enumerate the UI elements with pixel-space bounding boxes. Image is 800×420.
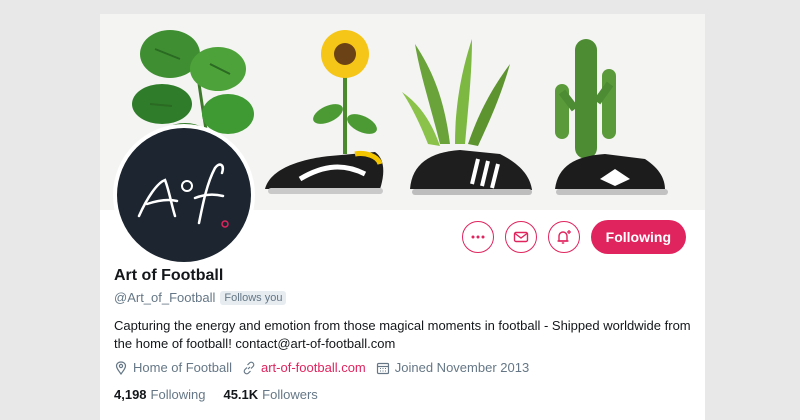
avatar-border bbox=[113, 124, 255, 266]
link-icon bbox=[243, 361, 255, 374]
profile-handle: @Art_of_Football bbox=[114, 290, 216, 305]
snake-plant-boot bbox=[402, 39, 532, 195]
profile-bio: Capturing the energy and emotion from th… bbox=[114, 318, 691, 351]
art-of-football-logo-icon bbox=[137, 163, 229, 228]
followers-stat[interactable]: 45.1K Followers bbox=[223, 387, 317, 402]
message-button[interactable] bbox=[504, 221, 537, 253]
profile-stats: 4,198 Following 45.1K Followers bbox=[114, 387, 336, 402]
avatar[interactable] bbox=[117, 128, 251, 262]
handle-row: @Art_of_Football Follows you bbox=[114, 290, 287, 305]
website-item[interactable]: art-of-football.com bbox=[242, 360, 366, 375]
cactus-boot bbox=[555, 39, 668, 195]
profile-card: Following Art of Football @Art_of_Footba… bbox=[100, 14, 705, 420]
bell-plus-icon bbox=[557, 230, 571, 244]
profile-meta: Home of Football art-of-football.com Joi… bbox=[114, 360, 539, 375]
location-text: Home of Football bbox=[133, 360, 232, 375]
website-link[interactable]: art-of-football.com bbox=[261, 360, 366, 375]
followers-label: Followers bbox=[262, 387, 318, 402]
followers-count: 45.1K bbox=[223, 387, 259, 402]
calendar-icon bbox=[376, 362, 389, 374]
following-label: Following bbox=[150, 387, 206, 402]
location-item: Home of Football bbox=[114, 360, 232, 375]
more-button[interactable] bbox=[461, 221, 494, 253]
profile-actions: Following bbox=[461, 220, 686, 254]
following-count: 4,198 bbox=[114, 387, 147, 402]
more-horizontal-icon bbox=[471, 235, 485, 239]
location-pin-icon bbox=[115, 360, 127, 375]
profile-name: Art of Football bbox=[114, 267, 224, 284]
sunflower-boot bbox=[265, 30, 384, 194]
envelope-icon bbox=[513, 231, 528, 243]
following-stat[interactable]: 4,198 Following bbox=[114, 387, 205, 402]
follows-you-badge: Follows you bbox=[220, 290, 287, 305]
notifications-button[interactable] bbox=[547, 221, 580, 253]
following-button[interactable]: Following bbox=[590, 220, 686, 254]
joined-item: Joined November 2013 bbox=[376, 360, 529, 375]
joined-text: Joined November 2013 bbox=[394, 360, 530, 375]
